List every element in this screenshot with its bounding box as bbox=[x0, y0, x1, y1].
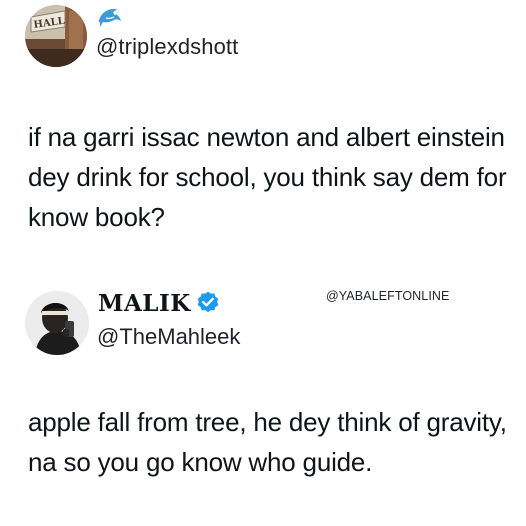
tweet1-text: if na garri issac newton and albert eins… bbox=[28, 122, 507, 232]
triplexdshott-avatar[interactable]: HALL bbox=[25, 5, 87, 67]
tweet2-text: apple fall from tree, he dey think of gr… bbox=[28, 407, 507, 477]
screenshot-page: HALL @triplexdshott if na garri issac ne… bbox=[0, 0, 526, 526]
tweet2-display-name[interactable]: MALIK bbox=[98, 290, 191, 317]
verified-badge-icon bbox=[197, 291, 219, 313]
watermark-label: @YABALEFTONLINE bbox=[326, 289, 450, 303]
tweet1-handle[interactable]: @triplexdshott bbox=[96, 33, 238, 61]
malik-avatar[interactable] bbox=[25, 291, 89, 355]
tweet2-name-row: MALIK bbox=[98, 288, 221, 318]
tweet2-handle[interactable]: @TheMahleek bbox=[97, 323, 240, 351]
dolphin-icon bbox=[98, 9, 121, 27]
